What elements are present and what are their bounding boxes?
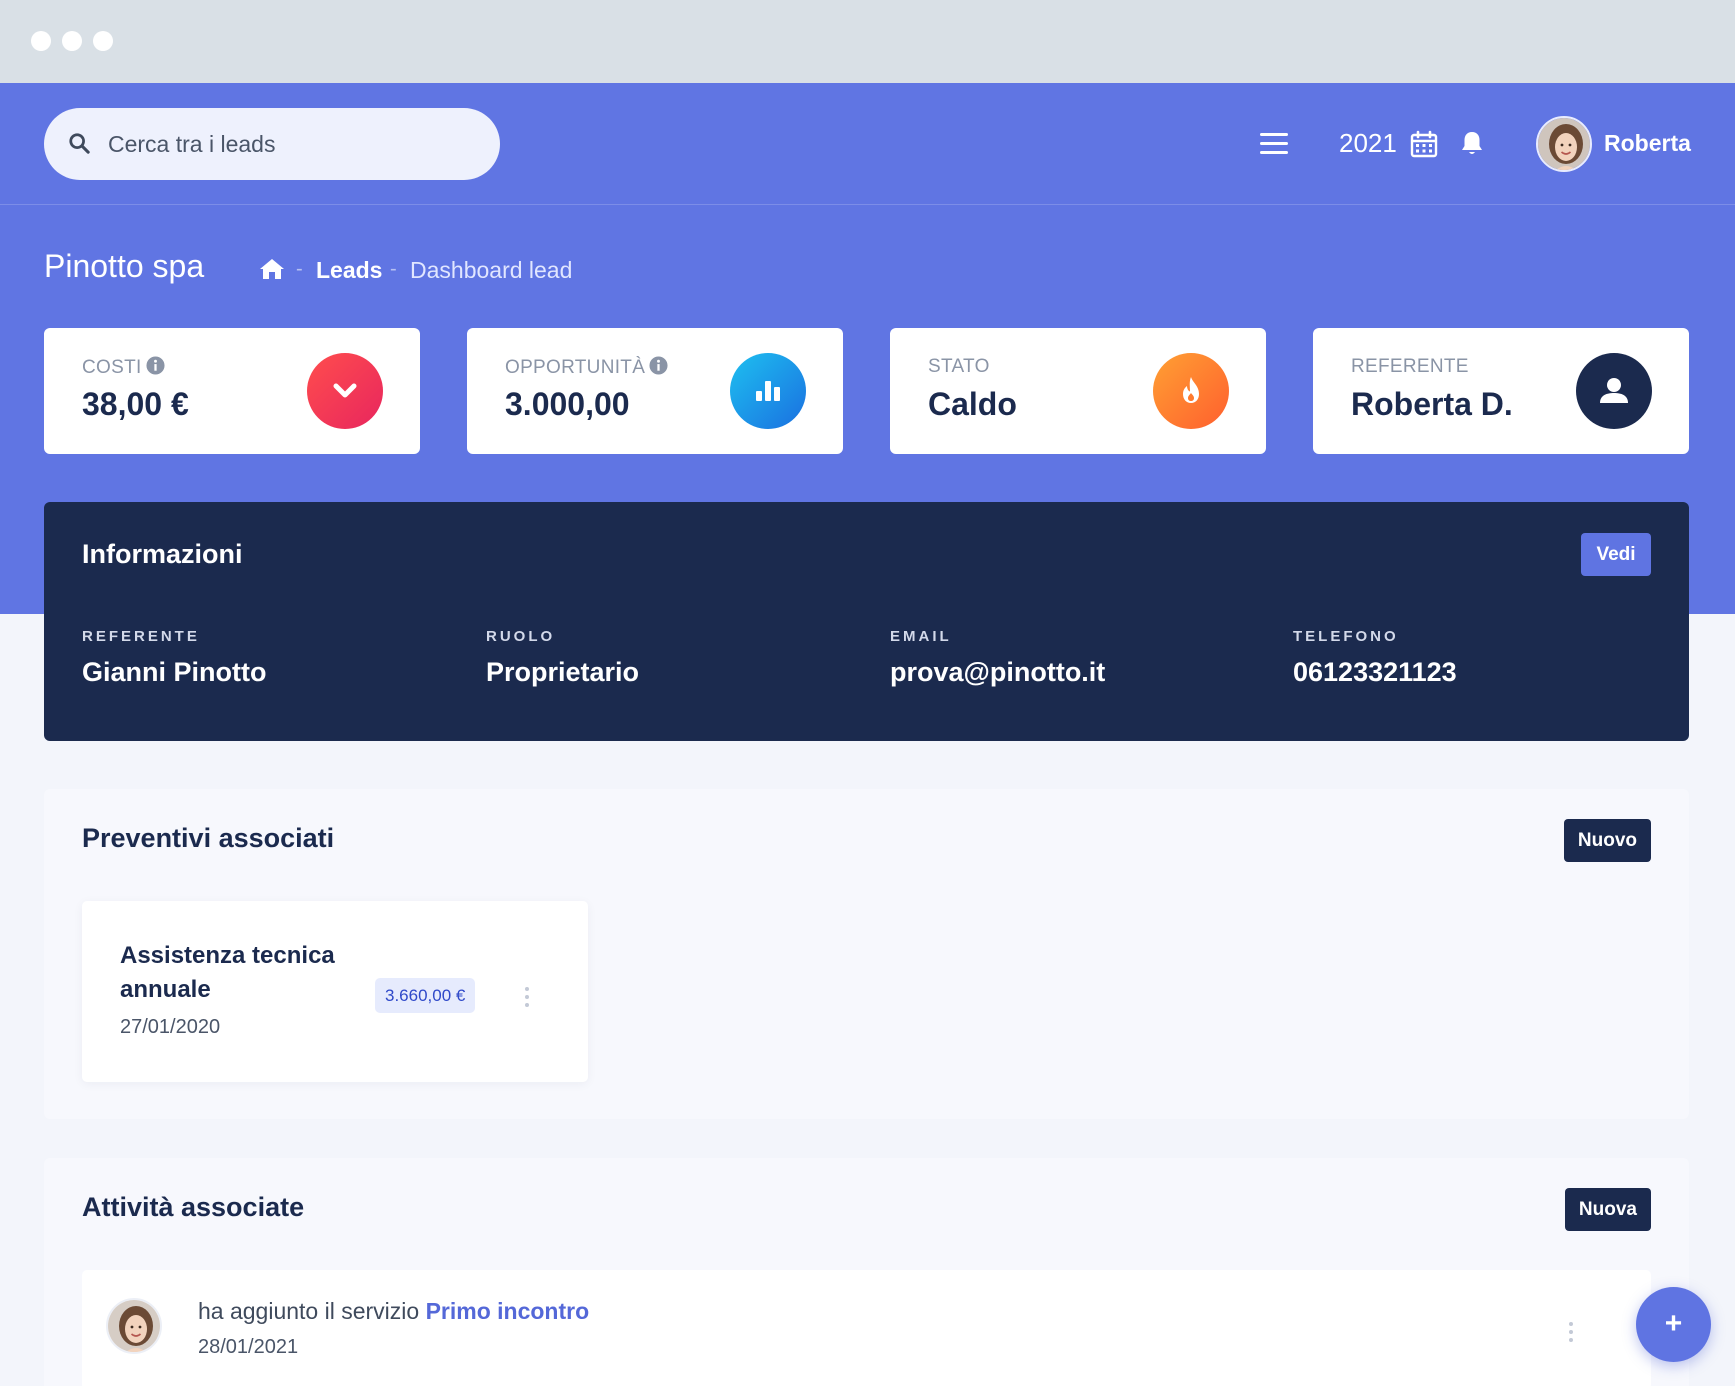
top-bar: 2021 Roberta — [0, 83, 1735, 205]
activities-title: Attività associate — [82, 1192, 305, 1222]
stat-circle — [1153, 353, 1229, 429]
year-selector[interactable]: 2021 — [1339, 128, 1397, 159]
stat-label: STATO — [928, 356, 990, 377]
info-field-value: Gianni Pinotto — [82, 657, 267, 687]
more-options-icon[interactable] — [1568, 1322, 1574, 1344]
page-title: Pinotto spa — [44, 248, 205, 284]
quote-amount-badge: 3.660,00 € — [375, 978, 476, 1013]
stat-circle — [1576, 353, 1652, 429]
info-field-email: EMAIL prova@pinotto.it — [890, 628, 1105, 688]
stat-value: 38,00 € — [82, 386, 189, 422]
activity-description: ha aggiunto il servizio — [198, 1298, 420, 1324]
info-field-label: TELEFONO — [1293, 628, 1399, 645]
home-icon[interactable] — [259, 258, 285, 280]
bar-chart-icon — [756, 381, 780, 401]
search-box — [44, 108, 500, 180]
user-icon — [1600, 378, 1628, 403]
user-avatar[interactable] — [1536, 116, 1592, 172]
window-dot-close[interactable] — [31, 31, 51, 51]
stat-card-opportunita: OPPORTUNITÀ 3.000,00 — [467, 328, 843, 454]
info-title: Informazioni — [82, 539, 243, 569]
info-field-label: RUOLO — [486, 628, 556, 645]
info-icon[interactable] — [649, 356, 668, 375]
info-field-value[interactable]: 06123321123 — [1293, 657, 1457, 688]
stat-card-referente: REFERENTE Roberta D. — [1313, 328, 1689, 454]
info-field-referente: REFERENTE Gianni Pinotto — [82, 628, 266, 688]
fire-icon — [1183, 377, 1199, 403]
vedi-button[interactable]: Vedi — [1581, 533, 1651, 576]
breadcrumb-separator: - — [390, 258, 397, 280]
browser-chrome — [0, 0, 1735, 83]
search-icon — [69, 133, 90, 154]
info-field-value[interactable]: prova@pinotto.it — [890, 657, 1105, 688]
quotes-panel: Preventivi associati Nuovo Assistenza te… — [44, 789, 1689, 1119]
search-input[interactable] — [108, 108, 478, 180]
activity-text: ha aggiunto il servizio Primo incontro — [198, 1298, 589, 1325]
breadcrumb-dashboard-lead: Dashboard lead — [410, 257, 573, 283]
stat-label: REFERENTE — [1351, 356, 1469, 377]
plus-icon: + — [1664, 1307, 1683, 1340]
stat-circle — [307, 353, 383, 429]
avatar — [106, 1298, 162, 1354]
quote-card[interactable]: Assistenza tecnica annuale 27/01/2020 3.… — [82, 901, 588, 1082]
more-options-icon[interactable] — [524, 987, 530, 1009]
window-dot-minimize[interactable] — [62, 31, 82, 51]
activity-item: ha aggiunto il servizio Primo incontro 2… — [82, 1270, 1651, 1386]
user-name[interactable]: Roberta — [1604, 130, 1691, 157]
activity-service-link[interactable]: Primo incontro — [426, 1298, 590, 1324]
info-field-label: EMAIL — [890, 628, 952, 645]
chevron-down-icon — [333, 383, 357, 398]
stat-label: COSTI — [82, 356, 165, 379]
breadcrumb-leads[interactable]: Leads — [316, 257, 382, 284]
info-field-label: REFERENTE — [82, 628, 200, 645]
info-field-ruolo: RUOLO Proprietario — [486, 628, 639, 688]
quote-date: 27/01/2020 — [120, 1016, 221, 1038]
stat-circle — [730, 353, 806, 429]
info-field-telefono: TELEFONO 06123321123 — [1293, 628, 1457, 688]
info-field-value: Proprietario — [486, 657, 640, 687]
window-dot-maximize[interactable] — [93, 31, 113, 51]
stat-value: Caldo — [928, 386, 1017, 422]
info-panel: Informazioni Vedi REFERENTE Gianni Pinot… — [44, 502, 1689, 741]
hamburger-menu-icon[interactable] — [1258, 129, 1290, 159]
info-icon[interactable] — [146, 356, 165, 375]
new-quote-button[interactable]: Nuovo — [1563, 819, 1651, 862]
calendar-icon[interactable] — [1410, 130, 1438, 158]
quotes-title: Preventivi associati — [82, 823, 335, 853]
stat-card-costi: COSTI 38,00 € — [44, 328, 420, 454]
activities-panel: Attività associate Nuova ha aggiunto il … — [44, 1158, 1689, 1386]
stat-card-stato: STATO Caldo — [890, 328, 1266, 454]
quote-title[interactable]: Assistenza tecnica annuale — [120, 939, 370, 1007]
stat-label: OPPORTUNITÀ — [505, 356, 668, 379]
stat-value: 3.000,00 — [505, 386, 630, 422]
stat-value: Roberta D. — [1351, 386, 1513, 422]
add-fab-button[interactable]: + — [1636, 1287, 1711, 1362]
new-activity-button[interactable]: Nuova — [1564, 1188, 1651, 1231]
breadcrumb-separator: - — [296, 258, 303, 280]
activity-date: 28/01/2021 — [198, 1336, 299, 1358]
bell-icon[interactable] — [1460, 130, 1484, 158]
